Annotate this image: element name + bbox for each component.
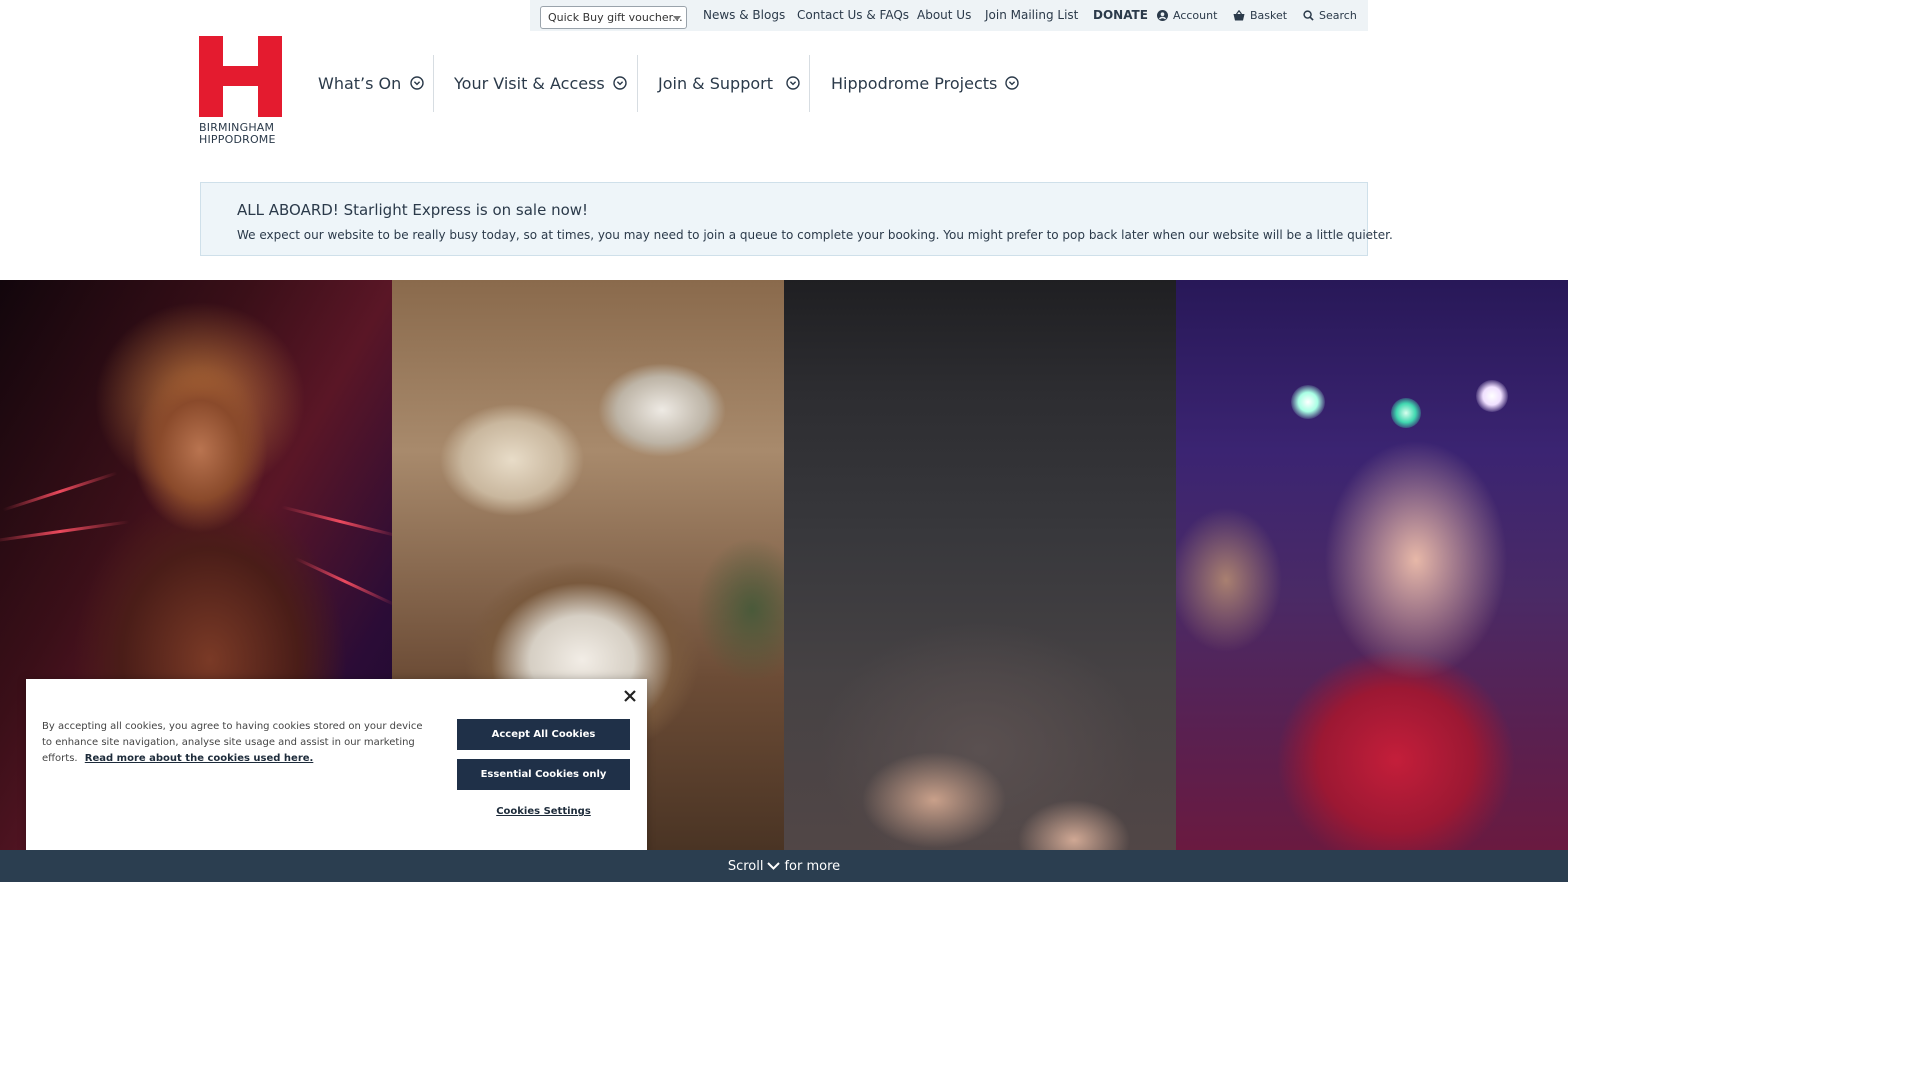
light-streak xyxy=(294,556,392,607)
basket-label: Basket xyxy=(1250,9,1288,22)
accept-all-cookies-button[interactable]: Accept All Cookies xyxy=(457,719,630,750)
site-logo[interactable]: BIRMINGHAM HIPPODROME xyxy=(199,36,283,148)
basket-link[interactable]: Basket xyxy=(1233,9,1287,22)
account-icon xyxy=(1157,10,1168,21)
search-label: Search xyxy=(1319,9,1357,22)
light-streak xyxy=(281,505,392,538)
account-label: Account xyxy=(1173,9,1218,22)
cookie-consent-banner: By accepting all cookies, you agree to h… xyxy=(26,679,647,856)
nav-your-visit-access[interactable]: Your Visit & Access xyxy=(434,55,638,112)
logo-line-2: HIPPODROME xyxy=(199,133,276,146)
basket-icon xyxy=(1233,10,1245,21)
nav-join-support-label: Join & Support xyxy=(658,74,773,93)
nav-hippodrome-projects[interactable]: Hippodrome Projects xyxy=(810,55,1030,112)
donate-link[interactable]: DONATE xyxy=(1093,8,1148,22)
utility-bar: Quick Buy gift voucher... News & Blogs C… xyxy=(530,0,1368,31)
cookie-message: By accepting all cookies, you agree to h… xyxy=(42,719,432,767)
alert-body: We expect our website to be really busy … xyxy=(237,228,1393,242)
stage-light xyxy=(1391,398,1421,428)
scroll-for-more-bar[interactable]: Scroll for more xyxy=(0,850,1568,882)
chevron-down-icon xyxy=(410,76,424,90)
hero-image-audience-children[interactable] xyxy=(1176,280,1568,850)
sale-alert-banner: ALL ABOARD! Starlight Express is on sale… xyxy=(200,182,1393,256)
stage-light xyxy=(1291,385,1325,419)
nav-whats-on-label: What’s On xyxy=(318,74,402,93)
contact-faqs-link[interactable]: Contact Us & FAQs xyxy=(797,8,909,22)
essential-cookies-button[interactable]: Essential Cookies only xyxy=(457,759,630,790)
chevron-down-icon xyxy=(613,76,627,90)
alert-title: ALL ABOARD! Starlight Express is on sale… xyxy=(237,201,589,219)
search-link[interactable]: Search xyxy=(1303,9,1357,22)
nav-hippodrome-projects-label: Hippodrome Projects xyxy=(831,74,998,93)
quick-buy-value: Quick Buy gift voucher... xyxy=(548,11,683,24)
nav-your-visit-label: Your Visit & Access xyxy=(454,74,605,93)
join-mailing-list-link[interactable]: Join Mailing List xyxy=(985,8,1078,22)
news-blogs-link[interactable]: News & Blogs xyxy=(703,8,785,22)
nav-join-support[interactable]: Join & Support xyxy=(638,55,810,112)
cookies-settings-link[interactable]: Cookies Settings xyxy=(457,806,630,817)
search-icon xyxy=(1303,10,1314,21)
chevron-down-icon xyxy=(1005,76,1019,90)
hippodrome-h-logo-icon xyxy=(199,36,282,117)
about-us-link[interactable]: About Us xyxy=(917,8,971,22)
light-streak xyxy=(2,471,118,512)
logo-wordmark: BIRMINGHAM HIPPODROME xyxy=(199,122,276,146)
account-link[interactable]: Account xyxy=(1157,9,1217,22)
close-icon[interactable] xyxy=(623,689,637,703)
scroll-suffix: for more xyxy=(784,858,841,874)
quick-buy-select[interactable]: Quick Buy gift voucher... xyxy=(540,6,687,29)
stage-light xyxy=(1476,380,1508,412)
main-nav: What’s On Your Visit & Access Join & Sup… xyxy=(300,55,1030,112)
light-streak xyxy=(0,520,130,543)
nav-whats-on[interactable]: What’s On xyxy=(300,55,434,112)
chevron-down-icon xyxy=(786,76,800,90)
dropdown-caret-icon xyxy=(673,16,681,21)
hero-image-crowd[interactable] xyxy=(784,280,1176,850)
chevron-down-icon xyxy=(767,862,781,870)
scroll-label: Scroll xyxy=(727,858,764,874)
cookie-policy-link[interactable]: Read more about the cookies used here. xyxy=(85,753,314,764)
